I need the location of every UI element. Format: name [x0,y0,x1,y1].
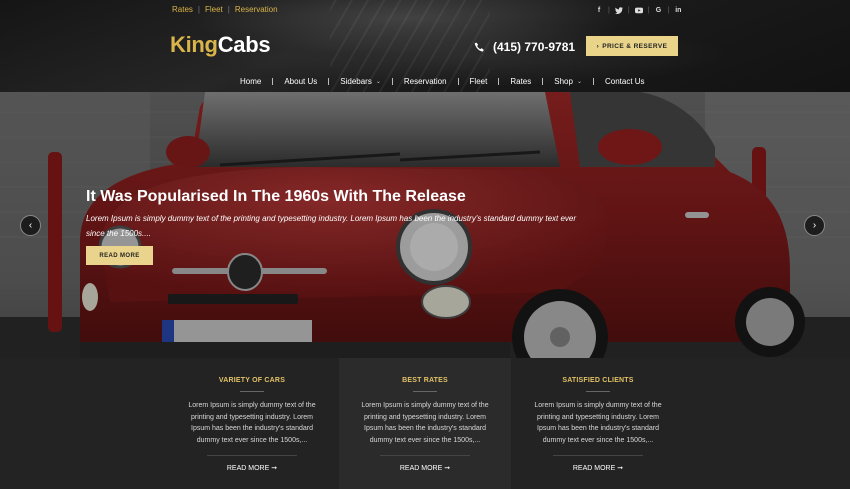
topbar-link-fleet[interactable]: Fleet [205,5,223,14]
nav-label: Home [240,77,262,86]
site-logo[interactable]: KingCabs [170,32,271,58]
chevron-left-icon: ‹ [28,220,33,231]
phone-icon [474,41,484,52]
feature-text: Lorem Ipsum is simply dummy text of the … [188,402,316,444]
nav-item-contact-us[interactable]: Contact Us [605,77,645,86]
logo-part-cabs: Cabs [217,32,271,57]
hero-slider: It Was Popularised In The 1960s With The… [0,92,850,358]
feature-text: Lorem Ipsum is simply dummy text of the … [534,402,662,444]
feature-divider [413,391,437,392]
social-links: f | | | G | in [594,5,683,15]
social-separator: | [608,6,610,14]
nav-item-reservation[interactable]: Reservation [404,77,447,86]
nav-label: Contact Us [604,77,645,86]
nav-item-rates[interactable]: Rates [510,77,531,86]
read-more-label: READ MORE [572,465,616,472]
nav-label: Shop [554,77,573,86]
nav-item-sidebars[interactable]: Sidebars ⌄ [340,77,381,86]
arrow-right-icon: ➞ [617,465,624,472]
nav-item-about-us[interactable]: About Us [284,77,317,86]
topbar-link-reservation[interactable]: Reservation [235,5,278,14]
feature-divider [380,455,470,456]
topbar-separator: | [227,5,230,14]
hero-text: Lorem Ipsum is simply dummy text of the … [86,214,577,238]
nav-separator [272,78,274,85]
price-reserve-button[interactable]: › PRICE & RESERVE [586,36,678,56]
nav-separator [391,78,393,85]
topbar-link-rates[interactable]: Rates [172,5,193,14]
feature-text: Lorem Ipsum is simply dummy text of the … [361,402,489,444]
nav-separator [328,78,330,85]
slider-prev-button[interactable]: ‹ [20,215,41,236]
phone-number: (415) 770-9781 [493,40,576,54]
nav-item-home[interactable]: Home [240,77,261,86]
nav-item-shop[interactable]: Shop ⌄ [554,77,582,86]
nav-label: Reservation [403,77,447,86]
twitter-icon[interactable] [614,5,624,15]
feature-divider [586,391,610,392]
features-section: VARIETY OF CARS Lorem Ipsum is simply du… [0,358,850,489]
topbar-links: Rates | Fleet | Reservation [172,5,278,14]
feature-satisfied-clients: SATISFIED CLIENTS Lorem Ipsum is simply … [512,358,684,489]
nav-item-fleet[interactable]: Fleet [470,77,488,86]
logo-part-king: King [170,32,218,57]
main-nav: Home About Us Sidebars ⌄ Reservation Flee… [240,77,645,86]
nav-label: Fleet [469,77,488,86]
feature-divider [553,455,643,456]
price-reserve-label: PRICE & RESERVE [602,42,668,50]
chevron-down-icon: ⌄ [576,79,582,85]
feature-best-rates: BEST RATES Lorem Ipsum is simply dummy t… [339,358,511,489]
google-icon[interactable]: G [653,5,663,15]
chevron-down-icon: ⌄ [375,79,381,85]
feature-title: SATISFIED CLIENTS [562,377,634,384]
hero-title: It Was Popularised In The 1960s With The… [86,188,466,205]
nav-label: About Us [284,77,318,86]
nav-separator [457,78,459,85]
linkedin-icon[interactable]: in [673,5,683,15]
chevron-right-icon: › [812,220,817,231]
nav-label: Rates [510,77,532,86]
feature-variety-of-cars: VARIETY OF CARS Lorem Ipsum is simply du… [166,358,338,489]
feature-read-more-link[interactable]: READ MORE ➞ [400,464,450,472]
nav-separator [498,78,500,85]
feature-read-more-link[interactable]: READ MORE ➞ [227,464,277,472]
header-phone[interactable]: (415) 770-9781 [474,40,575,54]
feature-read-more-link[interactable]: READ MORE ➞ [573,464,623,472]
topbar-separator: | [197,5,200,14]
youtube-icon[interactable] [634,5,644,15]
read-more-label: READ MORE [226,465,270,472]
nav-separator [592,78,594,85]
feature-divider [207,455,297,456]
social-separator: | [667,6,670,14]
arrow-right-icon: ➞ [444,465,451,472]
nav-separator [542,78,544,85]
hero-read-more-button[interactable]: READ MORE [86,246,153,265]
feature-title: BEST RATES [402,377,448,384]
nav-label: Sidebars [340,77,372,86]
slider-next-button[interactable]: › [804,215,825,236]
feature-divider [240,391,264,392]
arrow-right-icon: ➞ [271,465,278,472]
feature-title: VARIETY OF CARS [218,377,286,384]
social-separator: | [647,6,650,14]
site-header: Rates | Fleet | Reservation f | | | G | … [0,0,850,92]
facebook-icon[interactable]: f [594,5,604,15]
chevron-right-icon: › [596,42,600,50]
read-more-label: READ MORE [399,465,443,472]
social-separator: | [627,6,630,14]
